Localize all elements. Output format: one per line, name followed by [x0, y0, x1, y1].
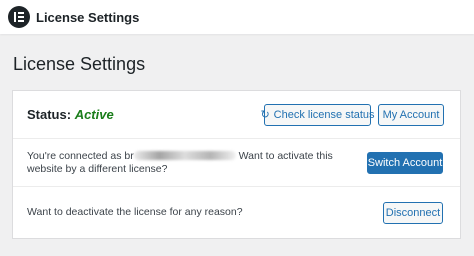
- connected-text-before: You're connected as br: [27, 149, 134, 162]
- app-title: License Settings: [36, 9, 140, 25]
- license-card: Status: Active ↻ Check license status My…: [12, 90, 461, 239]
- redacted-email: [133, 151, 236, 161]
- status-row: Status: Active ↻ Check license status My…: [13, 91, 460, 138]
- status-value: Active: [74, 107, 114, 122]
- connected-text: You're connected as br Want to activate …: [27, 150, 362, 176]
- check-license-status-button[interactable]: ↻ Check license status: [260, 103, 375, 126]
- connected-row: You're connected as br Want to activate …: [13, 138, 460, 186]
- switch-account-button[interactable]: Switch Account: [367, 151, 443, 174]
- top-bar: License Settings: [0, 0, 474, 34]
- my-account-button[interactable]: My Account: [378, 103, 444, 126]
- elementor-logo-icon: [8, 6, 30, 28]
- deactivate-row: Want to deactivate the license for any r…: [13, 186, 460, 238]
- page-title: License Settings: [13, 54, 146, 74]
- check-license-status-label: Check license status: [273, 108, 375, 121]
- refresh-icon: ↻: [260, 109, 270, 121]
- status-text: Status: Active: [27, 107, 114, 122]
- status-label: Status:: [27, 107, 72, 122]
- deactivate-text: Want to deactivate the license for any r…: [27, 206, 243, 218]
- disconnect-button[interactable]: Disconnect: [383, 201, 443, 224]
